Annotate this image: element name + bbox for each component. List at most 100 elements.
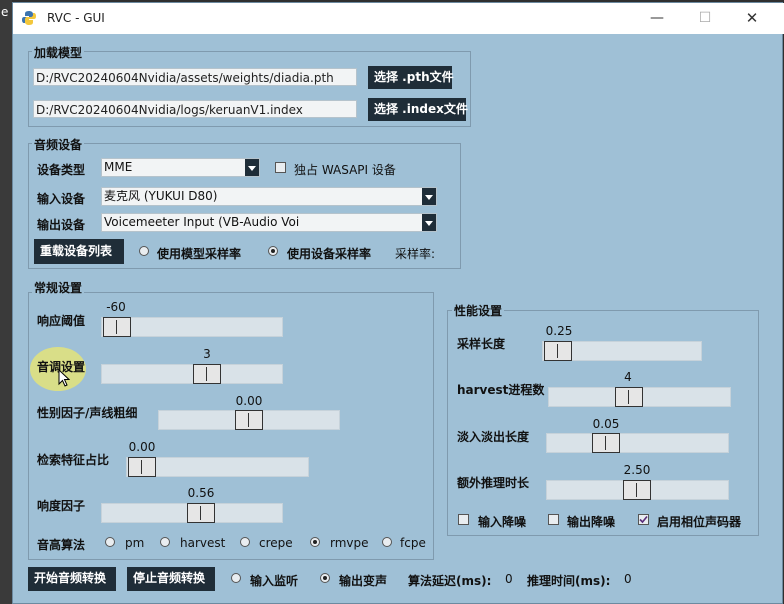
f0-crepe-radio[interactable]	[240, 537, 250, 547]
title-bar[interactable]: RVC - GUI — ☐ ✕	[13, 3, 784, 34]
wasapi-label: 独占 WASAPI 设备	[294, 163, 396, 177]
minimize-button[interactable]: —	[634, 3, 680, 34]
device-type-label: 设备类型	[37, 163, 86, 177]
block-time-slider[interactable]	[542, 341, 702, 361]
maximize-button[interactable]: ☐	[682, 3, 728, 34]
delay-label: 算法延迟(ms):	[408, 574, 492, 588]
extra-time-slider[interactable]	[546, 480, 729, 500]
formant-value: 0.00	[235, 394, 263, 408]
formant-slider[interactable]	[158, 410, 340, 430]
output-denoise-label: 输出降噪	[567, 515, 616, 529]
harvest-cpu-label: harvest进程数	[457, 383, 545, 397]
input-device-value: 麦克风 (YUKUI D80)	[104, 189, 218, 203]
f0-crepe-label: crepe	[259, 536, 293, 550]
input-denoise-checkbox[interactable]	[458, 514, 469, 525]
slider-thumb[interactable]	[623, 480, 651, 500]
device-type-value: MME	[104, 160, 133, 174]
wasapi-checkbox[interactable]	[275, 162, 286, 173]
sr-device-label: 使用设备采样率	[287, 247, 372, 261]
block-time-label: 采样长度	[457, 337, 506, 351]
chevron-down-icon	[422, 188, 436, 205]
crossfade-value: 0.05	[592, 417, 620, 431]
input-monitor-label: 输入监听	[250, 574, 299, 588]
chevron-down-icon	[422, 214, 436, 231]
output-voice-radio[interactable]	[320, 573, 330, 583]
infer-time-label: 推理时间(ms):	[527, 574, 611, 588]
slider-thumb[interactable]	[103, 317, 131, 337]
index-rate-value: 0.00	[128, 440, 156, 454]
select-index-button[interactable]: 选择 .index文件	[368, 98, 468, 121]
formant-label: 性别因子/声线粗细	[37, 406, 138, 420]
sr-model-label: 使用模型采样率	[157, 247, 242, 261]
output-denoise-checkbox[interactable]	[548, 514, 559, 525]
threshold-value: -60	[106, 300, 126, 314]
f0-harvest-label: harvest	[180, 536, 226, 550]
f0-fcpe-label: fcpe	[400, 536, 426, 550]
slider-thumb[interactable]	[187, 503, 215, 523]
chevron-down-icon	[245, 159, 259, 176]
f0-rmvpe-label: rmvpe	[330, 536, 369, 550]
harvest-cpu-value: 4	[624, 370, 632, 384]
extra-time-value: 2.50	[623, 463, 651, 477]
slider-thumb[interactable]	[615, 387, 643, 407]
select-pth-button[interactable]: 选择 .pth文件	[368, 66, 454, 89]
slider-thumb[interactable]	[235, 410, 263, 430]
slider-thumb[interactable]	[128, 457, 156, 477]
f0-rmvpe-radio[interactable]	[310, 537, 320, 547]
start-conversion-button[interactable]: 开始音频转换	[28, 567, 116, 591]
sample-rate-label: 采样率:	[395, 247, 436, 261]
f0-harvest-radio[interactable]	[160, 537, 170, 547]
rms-slider[interactable]	[101, 503, 283, 523]
checkmark-icon	[639, 515, 648, 524]
device-type-select[interactable]: MME	[101, 158, 260, 177]
pitch-value: 3	[203, 347, 211, 361]
close-button[interactable]: ✕	[729, 3, 775, 34]
slider-thumb[interactable]	[193, 364, 221, 384]
crossfade-label: 淡入淡出长度	[457, 430, 530, 444]
crossfade-slider[interactable]	[546, 433, 729, 453]
sr-model-radio[interactable]	[139, 246, 149, 256]
mouse-cursor-icon	[58, 369, 70, 387]
f0-pm-label: pm	[125, 536, 145, 550]
block-time-value: 0.25	[545, 324, 573, 338]
input-device-label: 输入设备	[37, 192, 86, 206]
harvest-cpu-slider[interactable]	[548, 387, 731, 407]
f0-pm-radio[interactable]	[105, 537, 115, 547]
sr-device-radio[interactable]	[268, 246, 278, 256]
reload-devices-button[interactable]: 重载设备列表	[34, 239, 124, 264]
general-legend: 常规设置	[32, 279, 85, 296]
input-device-select[interactable]: 麦克风 (YUKUI D80)	[101, 187, 437, 206]
output-voice-label: 输出变声	[339, 574, 388, 588]
threshold-label: 响应阈值	[37, 314, 86, 328]
model-legend: 加载模型	[32, 44, 85, 61]
phase-vocoder-checkbox[interactable]	[638, 514, 649, 525]
output-device-select[interactable]: Voicemeeter Input (VB-Audio Voi	[101, 213, 437, 232]
infer-time-value: 0	[624, 572, 632, 586]
audio-legend: 音频设备	[32, 136, 85, 153]
index-path-input[interactable]: D:/RVC20240604Nvidia/logs/keruanV1.index	[33, 100, 357, 118]
index-rate-label: 检索特征占比	[37, 453, 110, 467]
window-title: RVC - GUI	[47, 11, 105, 25]
slider-thumb[interactable]	[592, 433, 620, 453]
f0-fcpe-radio[interactable]	[382, 537, 392, 547]
output-device-value: Voicemeeter Input (VB-Audio Voi	[104, 215, 300, 229]
output-device-label: 输出设备	[37, 218, 86, 232]
rms-value: 0.56	[187, 486, 215, 500]
perf-legend: 性能设置	[452, 302, 505, 319]
rms-label: 响度因子	[37, 499, 86, 513]
pth-path-input[interactable]: D:/RVC20240604Nvidia/assets/weights/diad…	[33, 68, 357, 86]
python-logo-icon	[22, 11, 36, 25]
extra-time-label: 额外推理时长	[457, 476, 530, 490]
index-rate-slider[interactable]	[126, 457, 309, 477]
stop-conversion-button[interactable]: 停止音频转换	[127, 567, 215, 591]
input-denoise-label: 输入降噪	[478, 515, 527, 529]
slider-thumb[interactable]	[544, 341, 572, 361]
delay-value: 0	[505, 572, 513, 586]
desktop-text-fragment: e	[1, 5, 9, 19]
threshold-slider[interactable]	[101, 317, 283, 337]
input-monitor-radio[interactable]	[231, 573, 241, 583]
pitch-slider[interactable]	[101, 364, 283, 384]
phase-vocoder-label: 启用相位声码器	[657, 515, 742, 529]
desktop-background	[0, 0, 12, 604]
f0-method-label: 音高算法	[37, 538, 86, 552]
